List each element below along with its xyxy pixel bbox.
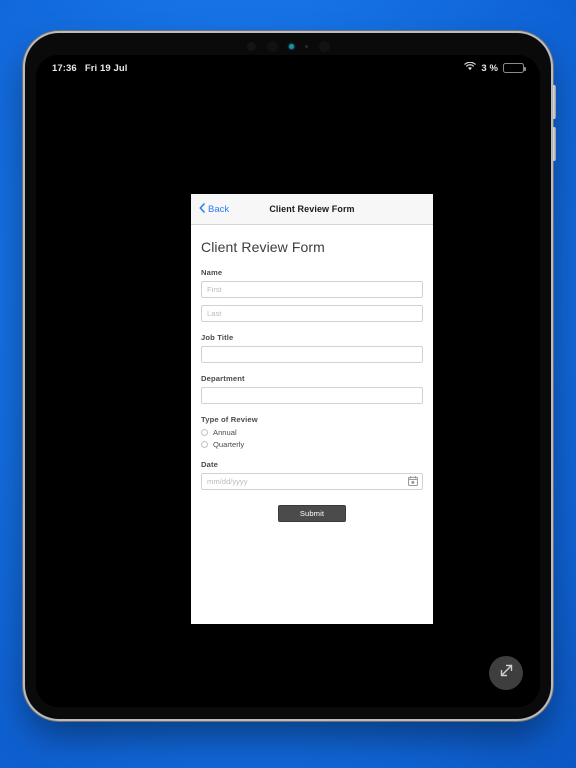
navigation-bar: Back Client Review Form bbox=[191, 194, 433, 225]
type-of-review-label: Type of Review bbox=[201, 415, 258, 424]
job-title-input[interactable] bbox=[201, 346, 423, 363]
status-bar-right: 3 % bbox=[464, 61, 526, 74]
camera-lens-icon bbox=[266, 40, 278, 52]
status-bar: 17:36 Fri 19 Jul 3 % bbox=[36, 55, 540, 81]
resize-button[interactable] bbox=[489, 656, 523, 690]
submit-row: Submit bbox=[201, 505, 423, 522]
first-name-input[interactable] bbox=[201, 281, 423, 298]
back-label: Back bbox=[208, 203, 230, 215]
calendar-icon[interactable] bbox=[408, 473, 418, 491]
camera-lens-icon bbox=[246, 41, 256, 51]
radio-label-annual: Annual bbox=[213, 428, 237, 437]
department-label: Department bbox=[201, 374, 245, 383]
field-group-department: Department bbox=[201, 374, 423, 404]
status-bar-left: 17:36 Fri 19 Jul bbox=[52, 63, 128, 74]
page-title: Client Review Form bbox=[201, 239, 325, 255]
field-group-type-of-review: Type of Review Annual Quarterly bbox=[201, 415, 423, 449]
volume-up-button[interactable] bbox=[552, 85, 556, 119]
form-body: Client Review Form Name Job Title Depart… bbox=[191, 225, 433, 522]
date-label: Date bbox=[201, 460, 219, 469]
form-card: Back Client Review Form Client Review Fo… bbox=[191, 194, 433, 624]
field-group-name: Name bbox=[201, 268, 423, 322]
camera-lens-icon bbox=[318, 40, 330, 52]
radio-option-quarterly[interactable]: Quarterly bbox=[201, 440, 423, 449]
tablet-screen: 17:36 Fri 19 Jul 3 % Back Client Review … bbox=[36, 55, 540, 707]
back-button[interactable]: Back bbox=[199, 202, 230, 216]
status-date: Fri 19 Jul bbox=[84, 62, 128, 74]
battery-percent: 3 % bbox=[481, 62, 498, 74]
resize-diagonal-icon bbox=[497, 661, 516, 685]
radio-option-annual[interactable]: Annual bbox=[201, 428, 423, 437]
date-input-wrapper bbox=[201, 473, 423, 490]
camera-dot-icon bbox=[304, 44, 308, 48]
date-input[interactable] bbox=[201, 473, 423, 490]
submit-button[interactable]: Submit bbox=[278, 505, 346, 522]
department-input[interactable] bbox=[201, 387, 423, 404]
wifi-icon bbox=[464, 61, 477, 74]
name-label: Name bbox=[201, 268, 223, 277]
chevron-left-icon bbox=[199, 202, 205, 216]
last-name-input[interactable] bbox=[201, 305, 423, 322]
volume-down-button[interactable] bbox=[552, 127, 556, 161]
status-time: 17:36 bbox=[52, 62, 77, 74]
camera-sensor-icon bbox=[288, 43, 294, 49]
field-group-job-title: Job Title bbox=[201, 333, 423, 363]
battery-low-icon bbox=[503, 63, 526, 73]
radio-circle-icon bbox=[201, 429, 208, 436]
field-group-date: Date bbox=[201, 460, 423, 490]
radio-label-quarterly: Quarterly bbox=[213, 440, 245, 449]
radio-circle-icon bbox=[201, 441, 208, 448]
job-title-label: Job Title bbox=[201, 333, 234, 342]
camera-array bbox=[25, 38, 551, 54]
tablet-device: 17:36 Fri 19 Jul 3 % Back Client Review … bbox=[25, 33, 556, 719]
